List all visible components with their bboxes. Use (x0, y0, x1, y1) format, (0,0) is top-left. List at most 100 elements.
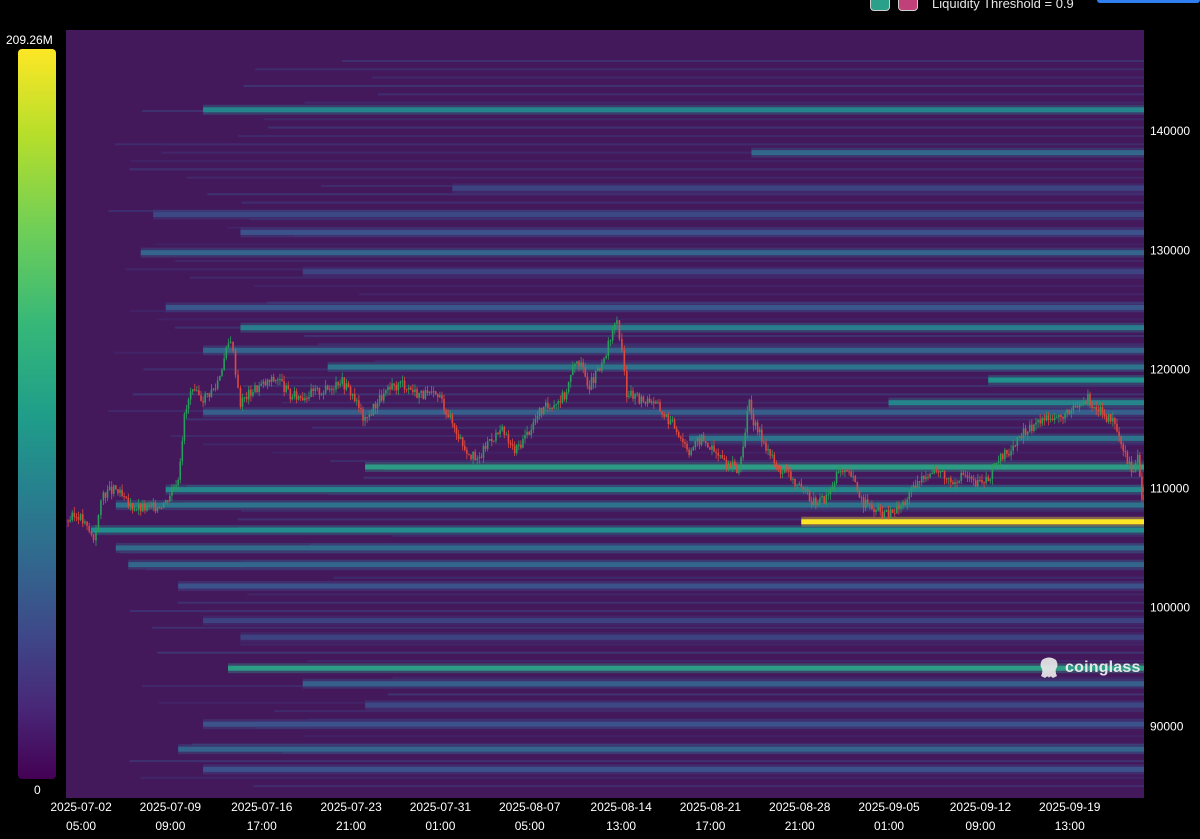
candle-body (1053, 417, 1056, 420)
candle-body (810, 501, 813, 505)
liquidity-band (115, 545, 1144, 551)
candle-body (1087, 393, 1089, 404)
candle-body (1024, 428, 1027, 435)
candle-body (212, 388, 215, 390)
candle-body (1041, 418, 1044, 424)
texture-line (311, 426, 1144, 429)
candle-body (621, 338, 623, 351)
texture-line (274, 710, 1144, 713)
candle-body (630, 390, 632, 396)
candle-body (1049, 418, 1052, 420)
candle-body (854, 476, 857, 483)
candle-body (314, 388, 317, 392)
candle-body (694, 441, 697, 448)
candle-body (985, 476, 987, 483)
candle-body (763, 441, 765, 443)
candle-body (1116, 423, 1118, 432)
liquidity-band (365, 464, 1144, 470)
candle-body (1068, 409, 1071, 414)
texture-line (241, 201, 1144, 204)
candle-body (1105, 416, 1108, 422)
x-tick-time: 13:00 (1055, 819, 1085, 833)
candle-body (842, 471, 844, 473)
candle-body (137, 504, 140, 510)
candle-body (603, 358, 605, 364)
candle-body (879, 507, 882, 512)
candle-body (848, 471, 850, 473)
texture-line (342, 59, 1144, 62)
texture-line (387, 693, 1144, 696)
candle-body (1039, 419, 1041, 424)
texture-line (377, 93, 1144, 96)
candle-body (731, 461, 734, 467)
candle-body (478, 456, 481, 459)
candle-body (102, 492, 105, 501)
liquidity-band (203, 107, 1144, 113)
candle-body (632, 390, 634, 399)
candle-body (844, 470, 846, 473)
candle-body (378, 395, 381, 403)
candle-body (806, 489, 809, 491)
candle-body (1055, 417, 1058, 419)
texture-line (242, 385, 1144, 388)
candle-body (1095, 407, 1098, 410)
candle-body (925, 476, 927, 480)
texture-line (132, 393, 1144, 396)
candle-body (628, 395, 630, 398)
candle-body (613, 323, 616, 330)
candle-body (331, 388, 333, 391)
texture-line (177, 601, 1144, 604)
x-tick-date: 2025-07-16 (231, 800, 293, 814)
candle-body (387, 386, 389, 391)
candle-body (150, 505, 152, 507)
candle-body (798, 483, 801, 486)
candle-body (428, 391, 431, 393)
candle-body (750, 399, 753, 415)
candle-body (416, 389, 418, 398)
candle-body (223, 358, 225, 370)
candle-body (1093, 407, 1095, 409)
candle-body (896, 506, 898, 514)
candle-body (923, 475, 925, 480)
candle-body (463, 445, 466, 450)
candle-body (1045, 415, 1048, 421)
candle-body (817, 502, 819, 505)
candle-body (663, 414, 665, 417)
candle-body (927, 476, 929, 478)
candle-body (1091, 405, 1093, 408)
liquidity-band (128, 562, 1144, 568)
candle-body (709, 447, 711, 450)
candle-body (401, 380, 404, 382)
y-tick-label: 110000 (1150, 481, 1189, 495)
liquidation-heatmap-chart[interactable]: 90000 100000 110000 120000 130000 140000 2025… (0, 0, 1200, 839)
candle-body (1001, 454, 1004, 460)
x-tick-date: 2025-09-19 (1039, 800, 1101, 814)
candle-body (187, 399, 190, 409)
candle-body (599, 368, 601, 371)
texture-line (333, 576, 1144, 579)
candle-body (455, 427, 458, 435)
candle-body (557, 401, 560, 405)
texture-line (358, 293, 1144, 296)
candle-body (189, 391, 192, 400)
candle-body (520, 444, 522, 448)
candle-body (1082, 401, 1085, 405)
candle-body (715, 451, 717, 453)
candle-body (864, 499, 867, 508)
liquidity-band (240, 229, 1144, 235)
candle-body (968, 476, 971, 478)
candle-body (106, 490, 109, 498)
candle-body (592, 377, 595, 384)
candle-body (748, 399, 751, 412)
texture-line (255, 68, 1144, 71)
candle-body (910, 488, 913, 493)
candle-body (802, 487, 805, 491)
texture-line (241, 510, 1144, 513)
candle-body (690, 450, 692, 456)
candle-body (451, 414, 454, 424)
candle-body (887, 510, 890, 519)
candle-body (171, 488, 173, 496)
candle-body (977, 479, 979, 487)
candle-body (920, 475, 923, 483)
candle-body (653, 401, 655, 404)
